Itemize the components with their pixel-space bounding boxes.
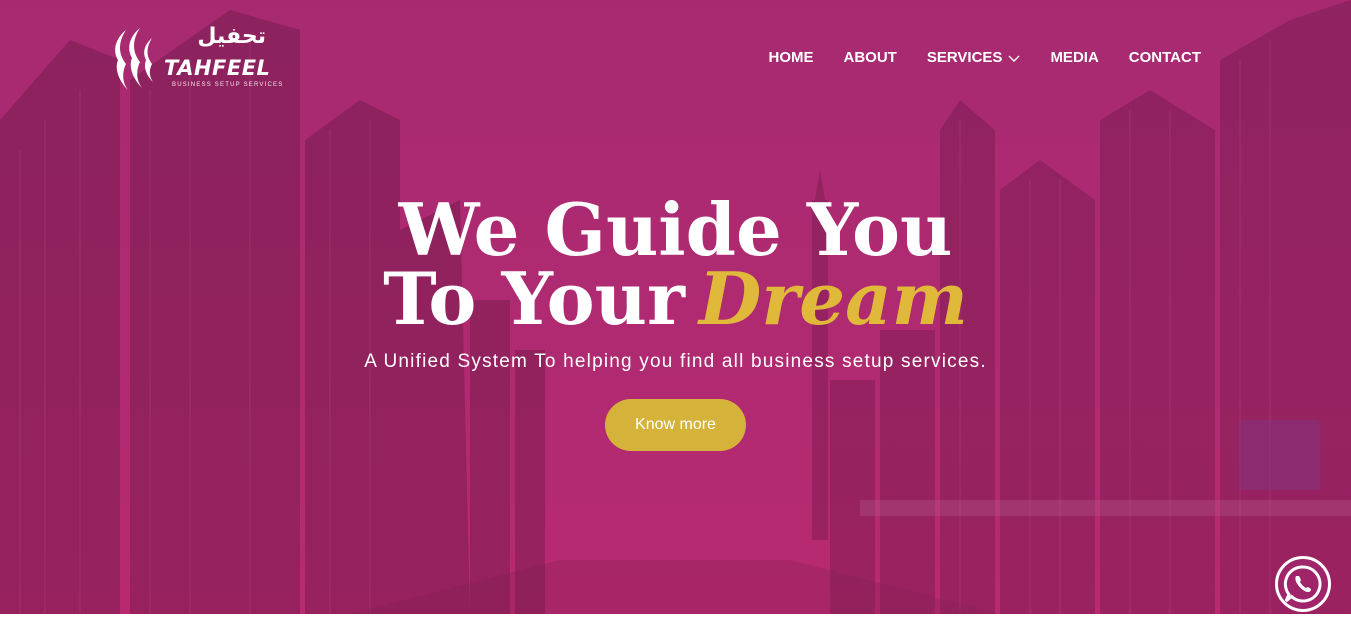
nav-about-label: ABOUT bbox=[843, 49, 897, 66]
whatsapp-button[interactable] bbox=[1275, 556, 1331, 612]
nav-contact[interactable]: CONTACT bbox=[1129, 48, 1201, 68]
hero-headline-line1: We Guide You bbox=[398, 187, 953, 272]
hero-section: تحفيل TAHFEEL BUSINESS SETUP SERVICES HO… bbox=[0, 0, 1351, 614]
hero-subtitle: A Unified System To helping you find all… bbox=[364, 351, 987, 372]
tahfeel-logo[interactable]: تحفيل TAHFEEL BUSINESS SETUP SERVICES bbox=[112, 22, 282, 94]
nav-home[interactable]: HOME bbox=[769, 48, 814, 68]
hero-headline-prefix: To Your bbox=[383, 256, 685, 341]
hero-headline-highlight: Dream bbox=[698, 256, 968, 341]
know-more-button[interactable]: Know more bbox=[605, 399, 746, 451]
logo-flame-icon bbox=[115, 28, 153, 90]
chevron-down-icon bbox=[1008, 55, 1020, 62]
logo-brand-name: TAHFEEL bbox=[164, 56, 271, 80]
hero-headline-line2: To Your Dream bbox=[0, 263, 1351, 335]
nav-about[interactable]: ABOUT bbox=[844, 48, 897, 68]
nav-services[interactable]: SERVICES bbox=[927, 48, 1021, 68]
nav-contact-label: CONTACT bbox=[1128, 49, 1201, 66]
logo-arabic-name: تحفيل bbox=[197, 24, 266, 49]
nav-home-label: HOME bbox=[768, 49, 814, 66]
main-navigation: HOME ABOUT SERVICES MEDIA CONTACT bbox=[769, 48, 1201, 68]
logo-tagline: BUSINESS SETUP SERVICES bbox=[172, 82, 284, 88]
nav-media-label: MEDIA bbox=[1050, 49, 1099, 66]
nav-media[interactable]: MEDIA bbox=[1050, 48, 1098, 68]
nav-services-label: SERVICES bbox=[926, 49, 1003, 66]
whatsapp-icon bbox=[1283, 565, 1322, 603]
